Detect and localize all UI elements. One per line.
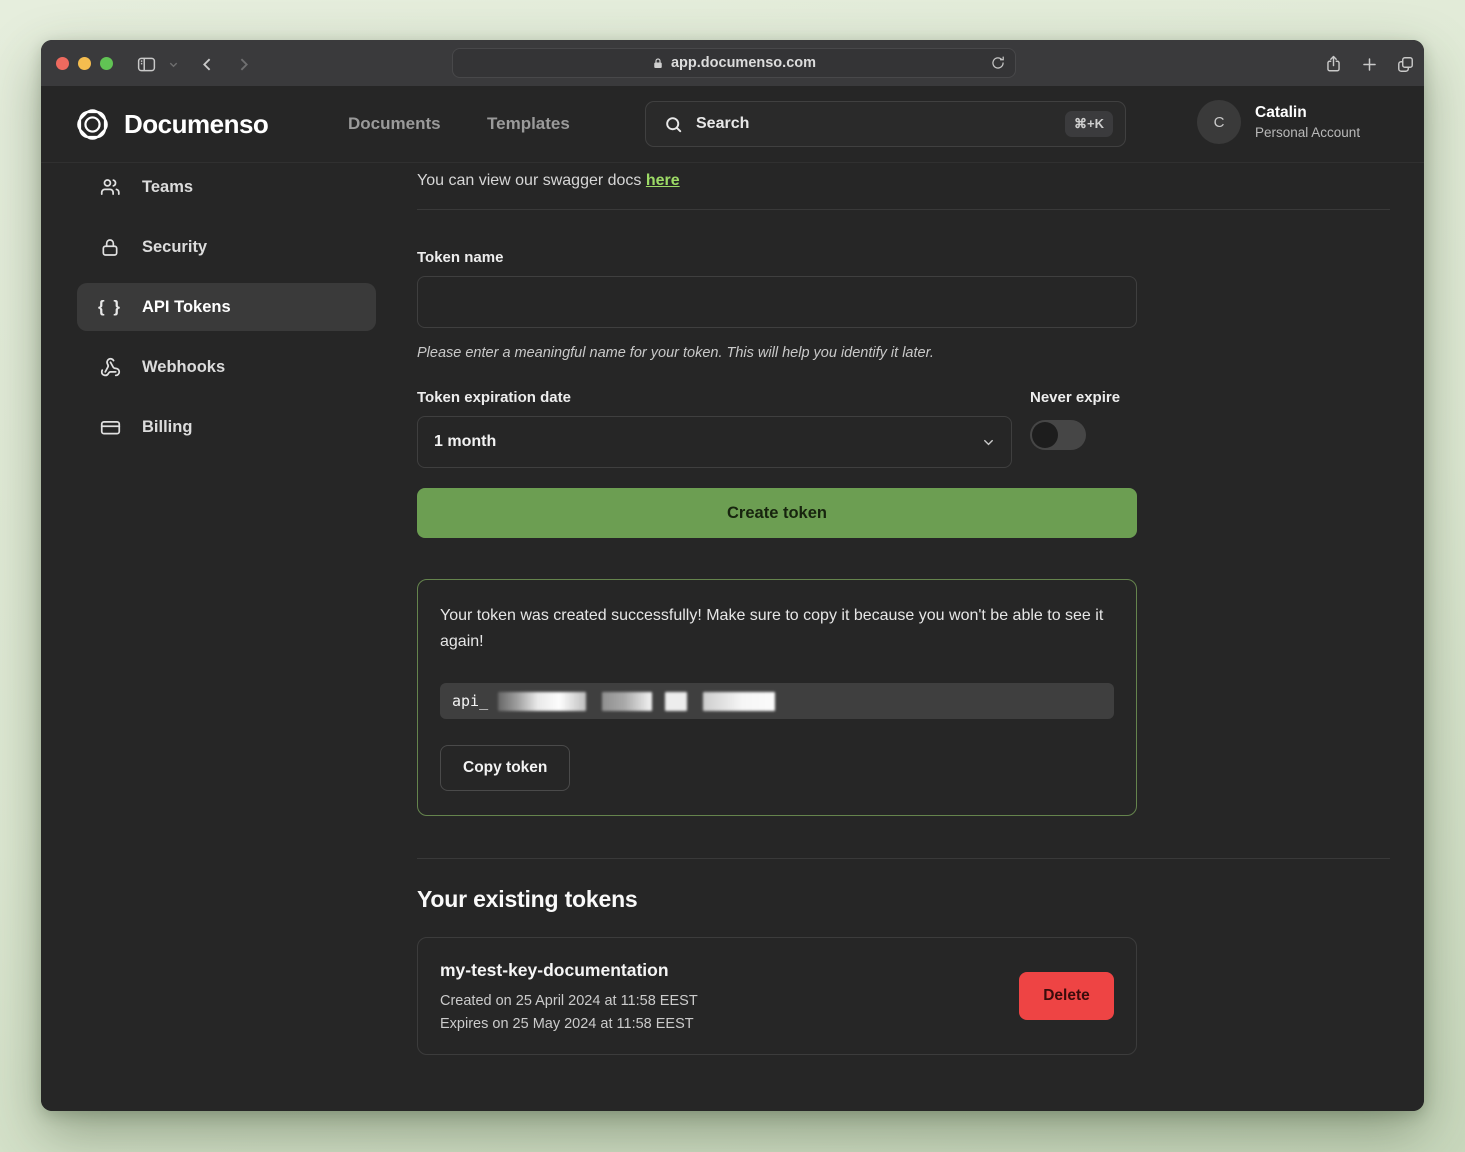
lock-icon	[98, 237, 122, 258]
redacted-token-segment	[703, 692, 775, 711]
brand[interactable]: Documenso	[74, 106, 268, 143]
search-icon	[664, 115, 683, 134]
account-type: Personal Account	[1255, 125, 1360, 140]
minimize-window-button[interactable]	[78, 57, 91, 70]
credit-card-icon	[98, 417, 122, 438]
forward-button[interactable]	[231, 52, 255, 76]
settings-sidebar: Teams Security { } API Tokens	[77, 163, 376, 1055]
sidebar-item-label: API Tokens	[142, 298, 231, 317]
browser-toolbar: app.documenso.com	[41, 40, 1424, 86]
token-created-message: Your token was created successfully! Mak…	[440, 603, 1114, 654]
account-name: Catalin	[1255, 104, 1360, 122]
search-placeholder: Search	[696, 115, 749, 133]
tab-overview-icon[interactable]	[1393, 52, 1417, 76]
search-shortcut-badge: ⌘+K	[1065, 111, 1113, 137]
search-input[interactable]: Search ⌘+K	[645, 101, 1126, 147]
delete-token-button[interactable]: Delete	[1019, 972, 1114, 1020]
never-expire-label: Never expire	[1030, 389, 1120, 406]
url-text: app.documenso.com	[671, 55, 816, 71]
app-body: Teams Security { } API Tokens	[41, 163, 1424, 1055]
expiration-select[interactable]: 1 month	[417, 416, 1012, 468]
reload-icon[interactable]	[990, 55, 1006, 71]
swagger-docs-text: You can view our swagger docs	[417, 172, 646, 189]
redacted-token-segment	[665, 692, 687, 711]
expiration-row: Token expiration date 1 month Never expi…	[417, 389, 1137, 468]
sidebar-item-label: Webhooks	[142, 358, 225, 377]
brand-name: Documenso	[124, 109, 268, 140]
nav-documents[interactable]: Documents	[348, 114, 441, 134]
token-name-input[interactable]	[417, 276, 1137, 328]
avatar: C	[1197, 100, 1241, 144]
chevron-down-icon[interactable]	[165, 52, 181, 76]
sidebar-item-label: Teams	[142, 178, 193, 197]
sidebar-item-label: Billing	[142, 418, 192, 437]
lock-icon	[652, 57, 664, 70]
sidebar-item-webhooks[interactable]: Webhooks	[77, 343, 376, 391]
token-name: my-test-key-documentation	[440, 960, 698, 981]
token-value-field[interactable]: api_	[440, 683, 1114, 719]
existing-tokens-heading: Your existing tokens	[417, 886, 1390, 913]
token-card: my-test-key-documentation Created on 25 …	[417, 937, 1137, 1055]
swagger-docs-line: You can view our swagger docs here	[417, 172, 1390, 190]
braces-icon: { }	[98, 297, 122, 317]
app-header: Documenso Documents Templates Search ⌘+K…	[41, 86, 1424, 163]
account-menu[interactable]: C Catalin Personal Account	[1197, 100, 1360, 144]
token-created-date: Created on 25 April 2024 at 11:58 EEST	[440, 993, 698, 1009]
documenso-app: Documenso Documents Templates Search ⌘+K…	[41, 86, 1424, 1111]
token-expires-date: Expires on 25 May 2024 at 11:58 EEST	[440, 1016, 698, 1032]
redacted-token-segment	[602, 692, 652, 711]
new-tab-icon[interactable]	[1357, 52, 1381, 76]
token-created-panel: Your token was created successfully! Mak…	[417, 579, 1137, 816]
copy-token-button[interactable]: Copy token	[440, 745, 570, 791]
sidebar-item-label: Security	[142, 238, 207, 257]
token-name-label: Token name	[417, 249, 1137, 266]
sidebar-item-teams[interactable]: Teams	[77, 163, 376, 211]
zoom-window-button[interactable]	[100, 57, 113, 70]
expiration-label: Token expiration date	[417, 389, 1012, 406]
api-tokens-page: You can view our swagger docs here Token…	[417, 163, 1390, 1055]
toggle-knob	[1032, 422, 1058, 448]
expiration-value: 1 month	[434, 433, 496, 451]
nav-templates[interactable]: Templates	[487, 114, 570, 134]
create-token-button[interactable]: Create token	[417, 488, 1137, 538]
webhook-icon	[98, 357, 122, 378]
divider	[417, 858, 1390, 859]
token-name-help: Please enter a meaningful name for your …	[417, 345, 1137, 361]
never-expire-toggle[interactable]	[1030, 420, 1086, 450]
users-icon	[98, 177, 122, 198]
close-window-button[interactable]	[56, 57, 69, 70]
sidebar-item-security[interactable]: Security	[77, 223, 376, 271]
documenso-logo-icon	[74, 106, 111, 143]
address-bar[interactable]: app.documenso.com	[452, 48, 1016, 78]
divider	[417, 209, 1390, 210]
redacted-token-segment	[498, 692, 586, 711]
browser-window: app.documenso.com	[41, 40, 1424, 1111]
sidebar-item-billing[interactable]: Billing	[77, 403, 376, 451]
share-icon[interactable]	[1321, 52, 1345, 76]
create-token-form: Token name Please enter a meaningful nam…	[417, 249, 1137, 816]
sidebar-toggle-icon[interactable]	[134, 52, 158, 76]
sidebar-item-api-tokens[interactable]: { } API Tokens	[77, 283, 376, 331]
swagger-docs-link[interactable]: here	[646, 172, 680, 189]
chevron-down-icon	[981, 435, 996, 450]
token-prefix: api_	[452, 692, 488, 710]
back-button[interactable]	[195, 52, 219, 76]
